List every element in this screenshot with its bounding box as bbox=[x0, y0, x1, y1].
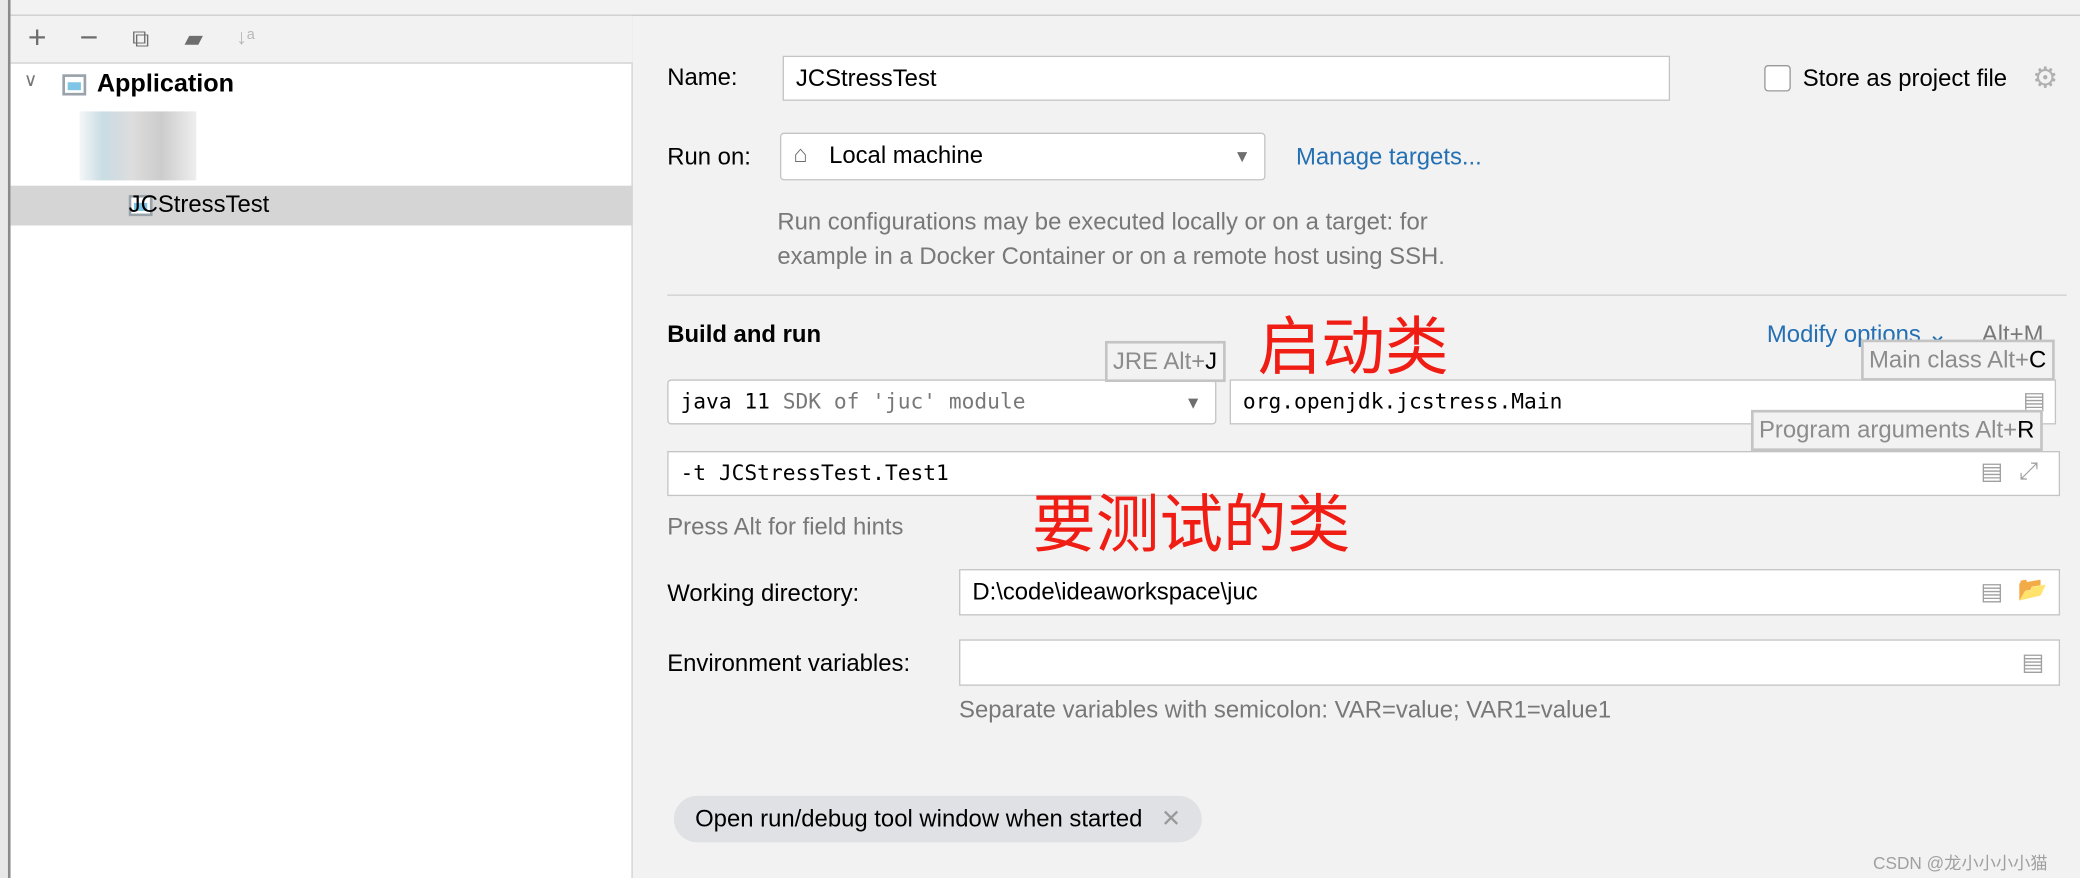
expand-icon[interactable]: ⤢ bbox=[2019, 458, 2038, 486]
chip-label: Open run/debug tool window when started bbox=[695, 805, 1143, 832]
title-bar bbox=[10, 0, 2080, 16]
name-input[interactable]: JCStressTest bbox=[782, 55, 1671, 101]
dropdown-arrow-icon[interactable]: ▼ bbox=[1185, 393, 1202, 413]
annotation-main-class: 启动类 bbox=[1257, 313, 1449, 384]
run-on-label: Run on: bbox=[667, 143, 751, 170]
edit-env-icon[interactable]: ▤ bbox=[2022, 649, 2045, 677]
jre-dropdown[interactable]: java 11 SDK of 'juc' module bbox=[667, 379, 1217, 425]
program-arguments-tooltip: Program arguments Alt+R bbox=[1750, 409, 2043, 452]
gear-icon[interactable]: ⚙ bbox=[2032, 61, 2058, 95]
annotation-test-class: 要测试的类 bbox=[1032, 490, 1351, 562]
run-on-description-line1: Run configurations may be executed local… bbox=[777, 208, 1428, 235]
working-directory-input[interactable]: D:\code\ideaworkspace\juc bbox=[959, 569, 2061, 616]
blurred-items bbox=[79, 111, 197, 181]
jre-value: java 11 bbox=[680, 388, 770, 414]
run-on-value: Local machine bbox=[829, 141, 984, 169]
background-window-edge bbox=[0, 0, 11, 878]
store-as-project-checkbox[interactable] bbox=[1764, 64, 1791, 92]
environment-variables-label: Environment variables: bbox=[667, 649, 911, 677]
chevron-down-icon[interactable]: ∨ bbox=[24, 69, 38, 92]
watermark: CSDN @龙小小小小猫 bbox=[1873, 852, 2048, 873]
run-on-description-line2: example in a Docker Container or on a re… bbox=[777, 242, 1445, 270]
add-icon[interactable]: + bbox=[19, 19, 56, 59]
jre-hint: SDK of 'juc' module bbox=[782, 388, 1026, 414]
tree-item-jcstresstest[interactable]: JCStressTest bbox=[129, 191, 270, 219]
run-configuration-dialog: + − ⧉ ▰ ↓ᵃ ∨ Application JCStressTest Na… bbox=[0, 0, 2080, 878]
env-hint-text: Separate variables with semicolon: VAR=v… bbox=[959, 696, 1612, 723]
field-hints-text: Press Alt for field hints bbox=[667, 513, 904, 540]
sort-icon[interactable]: ↓ᵃ bbox=[227, 19, 264, 59]
build-and-run-heading: Build and run bbox=[667, 321, 822, 348]
insert-macro-icon[interactable]: ▤ bbox=[1980, 578, 2003, 606]
insert-macro-icon[interactable]: ▤ bbox=[1980, 458, 2003, 486]
run-on-dropdown[interactable]: Local machine bbox=[779, 132, 1266, 181]
folder-icon[interactable]: 📂 bbox=[2018, 576, 2048, 604]
jre-tooltip: JRE Alt+J bbox=[1104, 340, 1226, 383]
tree-item-selected[interactable] bbox=[10, 185, 633, 226]
dropdown-arrow-icon[interactable]: ▼ bbox=[1234, 146, 1251, 166]
new-folder-icon[interactable]: ▰ bbox=[175, 19, 212, 59]
store-as-project-label[interactable]: Store as project file bbox=[1803, 65, 2007, 93]
main-class-tooltip: Main class Alt+C bbox=[1861, 339, 2055, 381]
environment-variables-input[interactable] bbox=[959, 639, 2061, 686]
copy-icon[interactable]: ⧉ bbox=[122, 19, 159, 59]
open-tool-window-chip[interactable]: Open run/debug tool window when started ✕ bbox=[673, 795, 1203, 843]
tree-item-application[interactable]: Application bbox=[97, 70, 234, 99]
program-arguments-input[interactable]: -t JCStressTest.Test1 bbox=[667, 451, 2061, 497]
manage-targets-link[interactable]: Manage targets... bbox=[1296, 143, 1482, 171]
close-icon[interactable]: ✕ bbox=[1161, 805, 1181, 832]
remove-icon[interactable]: − bbox=[70, 19, 107, 59]
working-directory-label: Working directory: bbox=[667, 579, 860, 607]
name-label: Name: bbox=[667, 63, 738, 91]
home-icon: ⌂ bbox=[793, 140, 808, 168]
application-config-icon bbox=[62, 74, 87, 96]
